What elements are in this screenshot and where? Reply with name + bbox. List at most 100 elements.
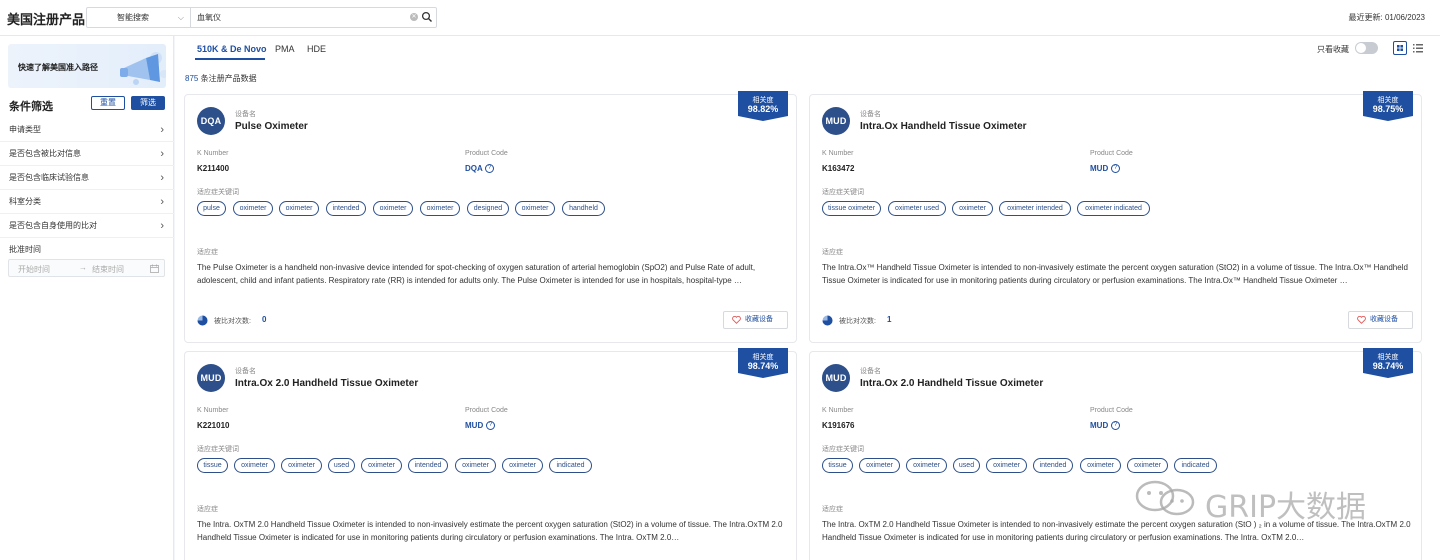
product-code-value[interactable]: MUD — [1090, 421, 1108, 430]
k-number-label: K Number — [822, 407, 854, 414]
favorite-device-button[interactable]: 收藏设备 — [1348, 311, 1413, 329]
keyword-tag[interactable]: oximeter — [502, 458, 543, 473]
product-code-label: Product Code — [465, 150, 508, 157]
help-icon[interactable]: ? — [486, 421, 495, 430]
product-code-value[interactable]: DQA — [465, 164, 483, 173]
keyword-tag[interactable]: oximeter — [952, 201, 993, 216]
watermark: GRIP大数据 — [1133, 476, 1398, 525]
filter-department[interactable]: 科室分类 › — [0, 190, 174, 214]
filter-compared-info[interactable]: 是否包含被比对信息 › — [0, 142, 174, 166]
indication-text: The Pulse Oximeter is a handheld non-inv… — [197, 263, 756, 285]
device-card[interactable]: MUD 设备名 Intra.Ox 2.0 Handheld Tissue Oxi… — [809, 348, 1422, 560]
heart-icon — [1357, 316, 1366, 324]
device-card[interactable]: MUD 设备名 Intra.Ox Handheld Tissue Oximete… — [809, 91, 1422, 343]
search-icon[interactable] — [421, 11, 433, 23]
keyword-tag[interactable]: oximeter — [1127, 458, 1168, 473]
product-code-value[interactable]: MUD — [465, 421, 483, 430]
device-name[interactable]: Pulse Oximeter — [235, 121, 308, 132]
keyword-tag[interactable]: tissue — [822, 458, 853, 473]
filter-self-compare[interactable]: 是否包含自身使用的比对 › — [0, 214, 174, 238]
pie-chart-icon — [822, 315, 833, 326]
heart-icon — [732, 316, 741, 324]
tab-bar: 510K & De Novo PMA HDE 只看收藏 — [175, 36, 1440, 62]
search-input[interactable] — [197, 8, 397, 27]
keyword-tag[interactable]: tissue — [197, 458, 228, 473]
reset-button[interactable]: 重置 — [91, 96, 125, 110]
tab-pma[interactable]: PMA — [275, 44, 295, 54]
keywords-label: 适应症关键词 — [197, 446, 239, 453]
search-box: 智能搜索 ⌵ ✕ — [86, 7, 437, 28]
filter-clinical-trial[interactable]: 是否包含临床试验信息 › — [0, 166, 174, 190]
compare-count-label: 被比对次数: — [214, 318, 251, 325]
keyword-tag[interactable]: intended — [1033, 458, 1073, 473]
keyword-tag[interactable]: oximeter — [455, 458, 496, 473]
compare-count-value[interactable]: 1 — [887, 315, 891, 324]
tab-hde[interactable]: HDE — [307, 44, 326, 54]
keyword-tag[interactable]: indicated — [549, 458, 592, 473]
device-card[interactable]: MUD 设备名 Intra.Ox 2.0 Handheld Tissue Oxi… — [184, 348, 797, 560]
tab-510k-denovo[interactable]: 510K & De Novo — [197, 44, 267, 54]
date-separator: → — [79, 263, 87, 272]
chevron-right-icon: › — [160, 148, 164, 160]
device-name[interactable]: Intra.Ox 2.0 Handheld Tissue Oximeter — [860, 378, 1043, 389]
keyword-tag[interactable]: oximeter — [906, 458, 947, 473]
keyword-tag[interactable]: pulse — [197, 201, 226, 216]
grid-view-icon[interactable] — [1393, 41, 1407, 55]
keyword-tag[interactable]: oximeter used — [888, 201, 946, 216]
keyword-tag[interactable]: handheld — [562, 201, 605, 216]
calendar-icon — [150, 264, 159, 273]
favorite-device-button[interactable]: 收藏设备 — [723, 311, 788, 329]
product-code-label: Product Code — [1090, 150, 1133, 157]
k-number-value: K191676 — [822, 421, 855, 430]
keyword-tag[interactable]: oximeter — [233, 201, 273, 216]
help-icon[interactable]: ? — [485, 164, 494, 173]
keyword-tag[interactable]: oximeter — [859, 458, 900, 473]
access-path-banner[interactable]: 快速了解美国准入路径 — [8, 44, 166, 88]
keyword-tag[interactable]: designed — [467, 201, 509, 216]
keyword-tag[interactable]: oximeter — [986, 458, 1027, 473]
device-name-label: 设备名 — [235, 368, 256, 375]
keywords-label: 适应症关键词 — [197, 189, 239, 196]
keyword-tag[interactable]: oximeter — [420, 201, 460, 216]
list-view-icon[interactable] — [1411, 41, 1425, 55]
keyword-tag[interactable]: oximeter — [361, 458, 402, 473]
keyword-tag[interactable]: tissue oximeter — [822, 201, 881, 216]
megaphone-icon — [120, 52, 166, 85]
keyword-tag[interactable]: oximeter — [373, 201, 413, 216]
k-number-value: K211400 — [197, 164, 230, 173]
date-start[interactable]: 开始时间 — [18, 264, 50, 275]
device-name[interactable]: Intra.Ox Handheld Tissue Oximeter — [860, 121, 1027, 132]
date-end[interactable]: 结束时间 — [92, 264, 124, 275]
keyword-tag[interactable]: used — [953, 458, 980, 473]
keyword-tag[interactable]: used — [328, 458, 355, 473]
keyword-tag[interactable]: oximeter — [281, 458, 322, 473]
active-tab-indicator — [195, 58, 265, 60]
device-card[interactable]: DQA 设备名 Pulse Oximeter 相关度 98.82% K Numb… — [184, 91, 797, 343]
compare-count-value[interactable]: 0 — [262, 315, 266, 324]
product-code-value[interactable]: MUD — [1090, 164, 1108, 173]
keyword-tag[interactable]: oximeter — [234, 458, 275, 473]
k-number-label: K Number — [197, 407, 229, 414]
help-icon[interactable]: ? — [1111, 164, 1120, 173]
pie-chart-icon — [197, 315, 208, 326]
search-type-select[interactable]: 智能搜索 ⌵ — [87, 8, 191, 27]
filter-application-type[interactable]: 申请类型 › — [0, 118, 174, 142]
clear-icon[interactable]: ✕ — [410, 13, 418, 21]
keyword-tag[interactable]: oximeter indicated — [1077, 201, 1150, 216]
keyword-tag[interactable]: oximeter — [279, 201, 319, 216]
filter-item-label: 是否包含自身使用的比对 — [9, 221, 97, 230]
favorite-label: 收藏设备 — [745, 316, 773, 323]
keyword-tag[interactable]: intended — [326, 201, 366, 216]
keyword-tag[interactable]: intended — [408, 458, 448, 473]
keyword-tag[interactable]: oximeter intended — [999, 201, 1071, 216]
keyword-tag[interactable]: oximeter — [515, 201, 555, 216]
indication-label: 适应症 — [822, 506, 843, 513]
relevance-badge: 相关度 98.74% — [738, 348, 788, 378]
device-name[interactable]: Intra.Ox 2.0 Handheld Tissue Oximeter — [235, 378, 418, 389]
date-range-picker[interactable]: 开始时间 → 结束时间 — [8, 259, 165, 277]
favorites-only-toggle[interactable] — [1355, 42, 1378, 54]
filter-button[interactable]: 筛选 — [131, 96, 165, 110]
keyword-tag[interactable]: indicated — [1174, 458, 1217, 473]
keyword-tag[interactable]: oximeter — [1080, 458, 1121, 473]
help-icon[interactable]: ? — [1111, 421, 1120, 430]
